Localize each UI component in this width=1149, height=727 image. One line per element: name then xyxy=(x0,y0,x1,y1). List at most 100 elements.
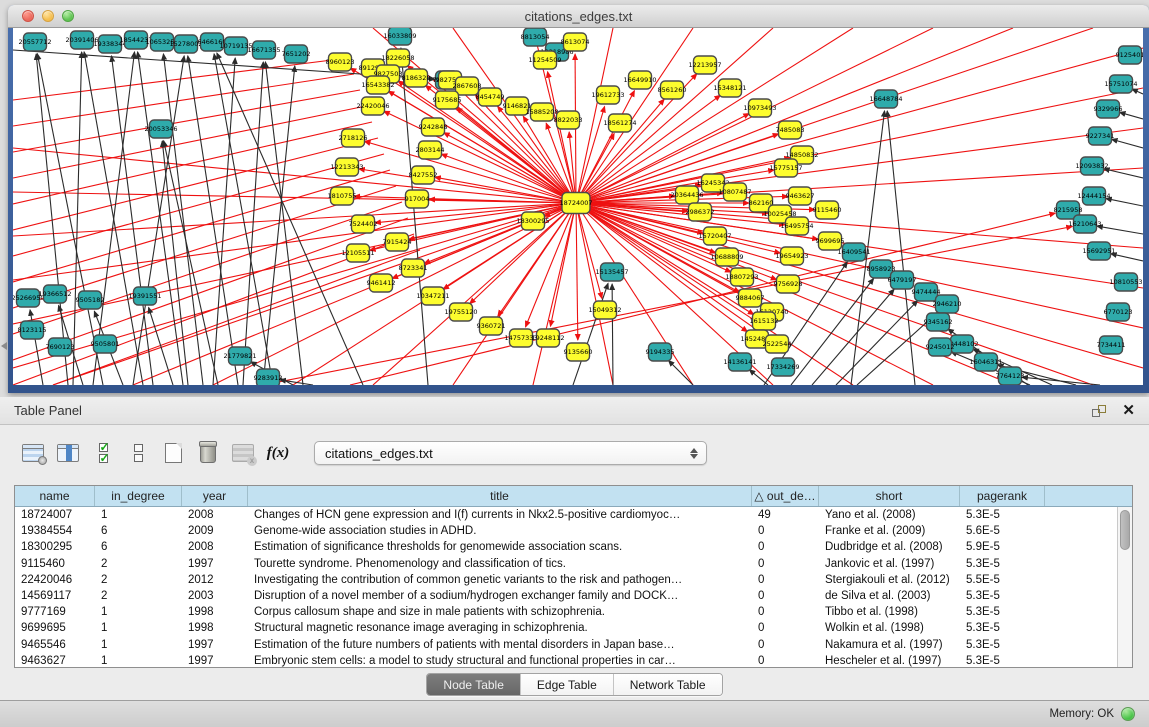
network-node[interactable] xyxy=(386,233,409,251)
show-columns-button[interactable] xyxy=(55,440,81,466)
vertical-scrollbar[interactable] xyxy=(1117,507,1132,667)
tab-edge-table[interactable]: Edge Table xyxy=(521,674,614,695)
network-edge[interactable] xyxy=(13,203,576,236)
network-node[interactable] xyxy=(531,103,554,121)
network-node[interactable] xyxy=(331,187,354,205)
window-titlebar[interactable]: citations_edges.txt xyxy=(8,5,1149,28)
column-header-filler[interactable] xyxy=(1045,486,1119,506)
network-node[interactable] xyxy=(534,51,557,69)
table-row[interactable]: 1938455462009Genome-wide association stu… xyxy=(15,523,1117,539)
network-edge[interactable] xyxy=(668,360,693,385)
network-edge[interactable] xyxy=(576,203,693,385)
table-row[interactable]: 977716911998Corpus callosum shape and si… xyxy=(15,604,1117,620)
network-node[interactable] xyxy=(694,56,717,74)
network-node[interactable] xyxy=(597,86,620,104)
network-node[interactable] xyxy=(522,212,545,230)
scrollbar-thumb[interactable] xyxy=(1120,510,1130,550)
create-new-column-button[interactable] xyxy=(160,440,186,466)
network-node[interactable] xyxy=(927,313,950,331)
network-node[interactable] xyxy=(936,295,959,313)
network-node[interactable] xyxy=(843,243,866,261)
network-edge[interactable] xyxy=(263,66,295,385)
network-node[interactable] xyxy=(1074,215,1097,233)
network-edge[interactable] xyxy=(1120,112,1143,119)
network-node[interactable] xyxy=(766,335,789,353)
network-node[interactable] xyxy=(1081,157,1104,175)
network-node[interactable] xyxy=(870,260,893,278)
network-node[interactable] xyxy=(17,289,40,307)
table-row[interactable]: 1456911722003Disruption of a novel membe… xyxy=(15,588,1117,604)
network-node[interactable] xyxy=(44,285,67,303)
network-edge[interactable] xyxy=(576,48,1143,203)
network-node[interactable] xyxy=(347,244,370,262)
network-edge[interactable] xyxy=(13,148,576,203)
network-edge[interactable] xyxy=(576,203,578,340)
network-edge[interactable] xyxy=(443,203,576,289)
table-row[interactable]: 911546021997Tourette syndrome. Phenomeno… xyxy=(15,556,1117,572)
network-node[interactable] xyxy=(716,248,739,266)
network-node[interactable] xyxy=(676,186,699,204)
network-node[interactable] xyxy=(370,274,393,292)
table-row[interactable]: 1830029562008Estimation of significance … xyxy=(15,539,1117,555)
network-edge[interactable] xyxy=(1097,226,1143,234)
network-node[interactable] xyxy=(450,303,473,321)
network-node[interactable] xyxy=(999,367,1022,385)
network-node[interactable] xyxy=(225,37,248,55)
network-edge[interactable] xyxy=(1132,89,1143,94)
network-node[interactable] xyxy=(1097,100,1120,118)
tab-network-table[interactable]: Network Table xyxy=(614,674,722,695)
network-node[interactable] xyxy=(134,287,157,305)
network-edge[interactable] xyxy=(164,141,218,385)
network-node[interactable] xyxy=(480,317,503,335)
network-edge[interactable] xyxy=(791,278,874,385)
network-node[interactable] xyxy=(1107,303,1130,321)
network-node[interactable] xyxy=(702,174,725,192)
tab-node-table[interactable]: Node Table xyxy=(427,674,521,695)
network-node[interactable] xyxy=(49,338,72,356)
memory-status-indicator[interactable] xyxy=(1121,707,1135,721)
float-panel-button[interactable] xyxy=(1092,405,1106,417)
network-node[interactable] xyxy=(729,353,752,371)
table-settings-button[interactable] xyxy=(20,440,46,466)
network-node[interactable] xyxy=(724,183,747,201)
network-node[interactable] xyxy=(436,91,459,109)
network-node[interactable] xyxy=(649,343,672,361)
network-node[interactable] xyxy=(150,120,173,138)
network-node[interactable] xyxy=(362,97,385,115)
network-node[interactable] xyxy=(753,312,776,330)
network-edge[interactable] xyxy=(1104,169,1143,178)
network-node[interactable] xyxy=(557,111,580,129)
network-node[interactable] xyxy=(257,369,280,385)
network-node[interactable] xyxy=(1083,187,1106,205)
network-node[interactable] xyxy=(601,263,624,281)
network-node[interactable] xyxy=(1119,46,1142,64)
column-header-title[interactable]: title xyxy=(248,486,752,506)
network-node[interactable] xyxy=(229,347,252,365)
network-node[interactable] xyxy=(329,53,352,71)
network-node[interactable] xyxy=(352,215,375,233)
network-node[interactable] xyxy=(402,259,425,277)
network-view-window[interactable]: citations_edges.txt 20557712203914061933… xyxy=(8,5,1149,393)
column-header-pagerank[interactable]: pagerank xyxy=(960,486,1045,506)
network-node[interactable] xyxy=(594,301,617,319)
network-node[interactable] xyxy=(929,338,952,356)
network-node[interactable] xyxy=(94,335,117,353)
network-node[interactable] xyxy=(524,28,547,46)
column-header-out_de…[interactable]: △ out_de… xyxy=(752,486,819,506)
network-node[interactable] xyxy=(739,289,762,307)
network-edge[interactable] xyxy=(612,284,613,385)
network-node[interactable] xyxy=(537,329,560,347)
network-edge[interactable] xyxy=(13,203,576,280)
network-node[interactable] xyxy=(456,77,479,95)
network-node[interactable] xyxy=(629,71,652,89)
network-node[interactable] xyxy=(786,217,809,235)
table-chooser-dropdown[interactable]: citations_edges.txt xyxy=(314,441,707,465)
network-node[interactable] xyxy=(175,35,198,53)
network-node[interactable] xyxy=(201,33,224,51)
selection-mode-button[interactable] xyxy=(125,440,151,466)
network-node[interactable] xyxy=(285,45,308,63)
network-node[interactable] xyxy=(24,33,47,51)
network-node[interactable] xyxy=(1100,336,1123,354)
network-node[interactable] xyxy=(479,88,502,106)
network-edge[interactable] xyxy=(265,62,303,385)
